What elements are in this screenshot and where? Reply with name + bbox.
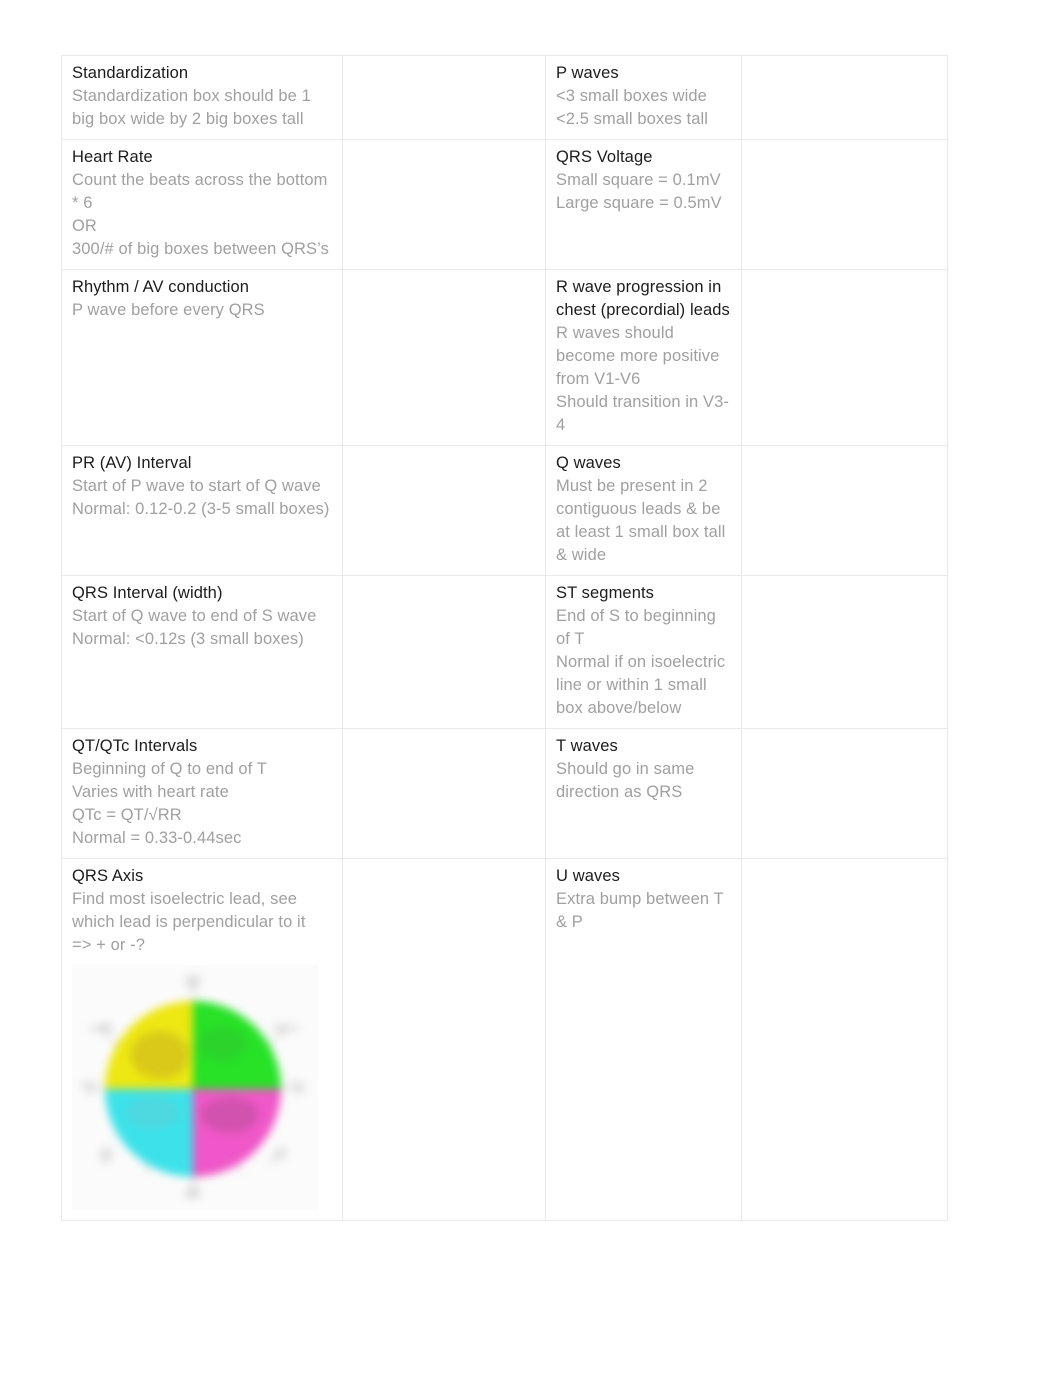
cell-answer-blank[interactable] <box>342 139 546 270</box>
axis-diagram-blur-layer: aVR aVL I -I II III aVF -aVF <box>72 965 318 1210</box>
term-title: Heart Rate <box>72 148 153 166</box>
table-row: Heart Rate Count the beats across the bo… <box>61 139 948 270</box>
lead-label-avf-neg: -aVF <box>182 975 202 985</box>
cell-term-t-waves: T waves Should go in same direction as Q… <box>545 728 742 859</box>
lead-label-avl: aVL <box>284 1023 301 1033</box>
quadrant-label-blur-upper-left <box>131 1031 189 1079</box>
term-body: Small square = 0.1mV Large square = 0.5m… <box>556 171 722 212</box>
term-title: QRS Interval (width) <box>72 584 223 602</box>
cell-term-rhythm-av-conduction: Rhythm / AV conduction P wave before eve… <box>61 269 343 446</box>
term-body: Beginning of Q to end of T Varies with h… <box>72 760 267 847</box>
cell-term-heart-rate: Heart Rate Count the beats across the bo… <box>61 139 343 270</box>
cell-answer-blank[interactable] <box>741 269 948 446</box>
term-body: Count the beats across the bottom * 6 OR… <box>72 171 329 258</box>
cell-answer-blank[interactable] <box>741 858 948 1221</box>
lead-endpoint-dot <box>292 1081 305 1094</box>
table-row: QRS Interval (width) Start of Q wave to … <box>61 575 948 729</box>
table-row: QRS Axis Find most isoelectric lead, see… <box>61 858 948 1221</box>
term-title: QT/QTc Intervals <box>72 737 198 755</box>
cell-term-pr-interval: PR (AV) Interval Start of P wave to star… <box>61 445 343 576</box>
term-body: Start of Q wave to end of S wave Normal:… <box>72 607 317 648</box>
term-title: Standardization <box>72 64 189 82</box>
term-title: R wave progression in chest (precordial)… <box>556 278 730 319</box>
cell-answer-blank[interactable] <box>342 858 546 1221</box>
term-body: Should go in same direction as QRS <box>556 760 695 801</box>
ecg-interpretation-table: Standardization Standardization box shou… <box>61 55 948 1221</box>
cell-term-st-segments: ST segments End of S to beginning of T N… <box>545 575 742 729</box>
term-title: U waves <box>556 867 620 885</box>
hexaxial-axis-diagram: aVR aVL I -I II III aVF -aVF <box>72 965 318 1210</box>
table-row: Rhythm / AV conduction P wave before eve… <box>61 269 948 446</box>
term-title: Q waves <box>556 454 621 472</box>
cell-answer-blank[interactable] <box>741 575 948 729</box>
cell-term-p-waves: P waves <3 small boxes wide <2.5 small b… <box>545 55 742 140</box>
quadrant-label-blur-upper-right <box>197 1027 247 1061</box>
term-body: End of S to beginning of T Normal if on … <box>556 607 726 717</box>
term-body: Extra bump between T & P <box>556 890 724 931</box>
lead-label-i-neg: -I <box>80 1079 86 1089</box>
table-row: QT/QTc Intervals Beginning of Q to end o… <box>61 728 948 859</box>
axis-quadrant-wheel <box>105 1001 281 1177</box>
table-row: Standardization Standardization box shou… <box>61 55 948 140</box>
term-title: PR (AV) Interval <box>72 454 192 472</box>
quadrant-label-blur-lower-left <box>127 1097 179 1129</box>
term-title: Rhythm / AV conduction <box>72 278 250 296</box>
cell-term-qt-qtc-intervals: QT/QTc Intervals Beginning of Q to end o… <box>61 728 343 859</box>
term-title: P waves <box>556 64 619 82</box>
cell-answer-blank[interactable] <box>342 55 546 140</box>
term-body: R waves should become more positive from… <box>556 324 729 434</box>
cell-term-qrs-interval: QRS Interval (width) Start of Q wave to … <box>61 575 343 729</box>
cell-term-u-waves: U waves Extra bump between T & P <box>545 858 742 1221</box>
cell-answer-blank[interactable] <box>342 728 546 859</box>
term-body: Find most isoelectric lead, see which le… <box>72 890 306 954</box>
lead-endpoint-dot <box>84 1081 97 1094</box>
term-body: Must be present in 2 contiguous leads & … <box>556 477 726 564</box>
cell-answer-blank[interactable] <box>741 55 948 140</box>
term-title: QRS Axis <box>72 867 144 885</box>
ecg-reference-sheet: Standardization Standardization box shou… <box>61 55 948 1221</box>
quadrant-label-blur-lower-right <box>201 1097 259 1133</box>
term-body: <3 small boxes wide <2.5 small boxes tal… <box>556 87 709 128</box>
term-body: Start of P wave to start of Q wave Norma… <box>72 477 330 518</box>
cell-term-r-wave-progression: R wave progression in chest (precordial)… <box>545 269 742 446</box>
term-title: T waves <box>556 737 618 755</box>
cell-answer-blank[interactable] <box>741 139 948 270</box>
cell-answer-blank[interactable] <box>741 728 948 859</box>
term-title: ST segments <box>556 584 655 602</box>
cell-term-q-waves: Q waves Must be present in 2 contiguous … <box>545 445 742 576</box>
cell-answer-blank[interactable] <box>342 445 546 576</box>
cell-answer-blank[interactable] <box>741 445 948 576</box>
cell-term-qrs-axis: QRS Axis Find most isoelectric lead, see… <box>61 858 343 1221</box>
lead-label-i: I <box>290 1079 293 1089</box>
lead-label-avf: aVF <box>184 1189 201 1199</box>
cell-answer-blank[interactable] <box>342 575 546 729</box>
cell-answer-blank[interactable] <box>342 269 546 446</box>
cell-term-qrs-voltage: QRS Voltage Small square = 0.1mV Large s… <box>545 139 742 270</box>
document-page: Standardization Standardization box shou… <box>0 0 1062 1377</box>
term-body: P wave before every QRS <box>72 301 265 319</box>
table-row: PR (AV) Interval Start of P wave to star… <box>61 445 948 576</box>
cell-term-standardization: Standardization Standardization box shou… <box>61 55 343 140</box>
term-body: Standardization box should be 1 big box … <box>72 87 311 128</box>
term-title: QRS Voltage <box>556 148 653 166</box>
